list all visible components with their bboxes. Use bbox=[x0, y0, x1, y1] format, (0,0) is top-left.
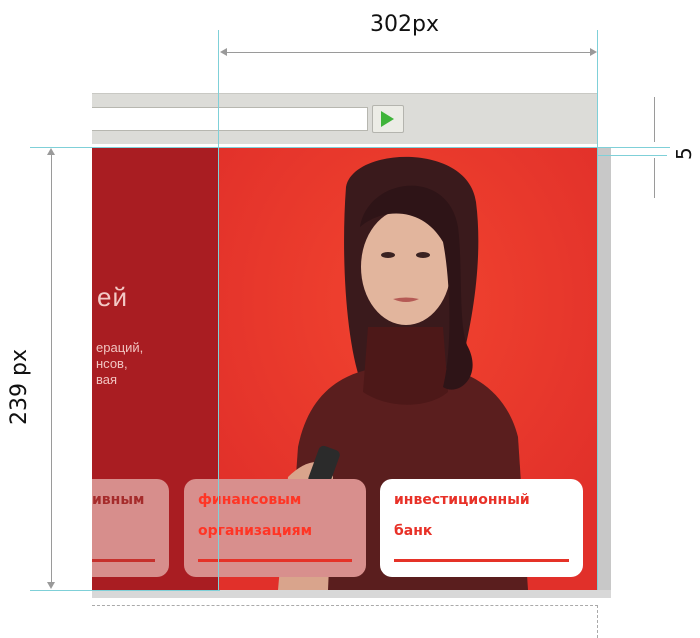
guide-line-gap bbox=[597, 155, 667, 156]
guide-line-top bbox=[30, 147, 670, 148]
play-triangle-icon bbox=[381, 111, 394, 127]
card-label-line2: организациям bbox=[198, 523, 313, 539]
section-description: ераций, нсов, вая bbox=[96, 340, 144, 387]
dashed-outline bbox=[92, 605, 598, 638]
width-dimension-line bbox=[222, 52, 594, 53]
card-label-line2: банк bbox=[394, 523, 433, 539]
guide-line-bottom bbox=[30, 590, 220, 591]
guide-line-right bbox=[597, 30, 598, 590]
guide-line-left bbox=[218, 30, 219, 590]
arrow-down-icon bbox=[47, 582, 55, 589]
go-button[interactable] bbox=[372, 105, 404, 133]
arrow-up-icon bbox=[47, 148, 55, 155]
arrow-right-icon bbox=[590, 48, 597, 56]
category-card-partial[interactable]: ивным bbox=[92, 479, 169, 577]
card-label-line1: финансовым bbox=[198, 492, 302, 508]
card-underline bbox=[92, 559, 155, 562]
category-card-financial-organizations[interactable]: финансовым организациям bbox=[184, 479, 366, 577]
page-shadow-bottom bbox=[92, 590, 611, 598]
section-heading: ей bbox=[97, 282, 128, 312]
category-card-investment-bank[interactable]: инвестиционный банк bbox=[380, 479, 583, 577]
gap-label: 5 px bbox=[672, 135, 700, 160]
height-dimension-line bbox=[51, 150, 52, 586]
height-label: 239 px bbox=[7, 349, 32, 425]
gap-dimension-line-bottom bbox=[654, 158, 655, 198]
card-label-line1: инвестиционный bbox=[394, 492, 530, 508]
address-bar-input[interactable] bbox=[92, 107, 368, 131]
arrow-left-icon bbox=[220, 48, 227, 56]
width-label: 302px bbox=[370, 12, 439, 37]
card-underline bbox=[198, 559, 352, 562]
card-label: ивным bbox=[92, 492, 145, 508]
card-underline bbox=[394, 559, 569, 562]
gap-dimension-line-top bbox=[654, 97, 655, 142]
page-shadow-right bbox=[597, 147, 611, 590]
